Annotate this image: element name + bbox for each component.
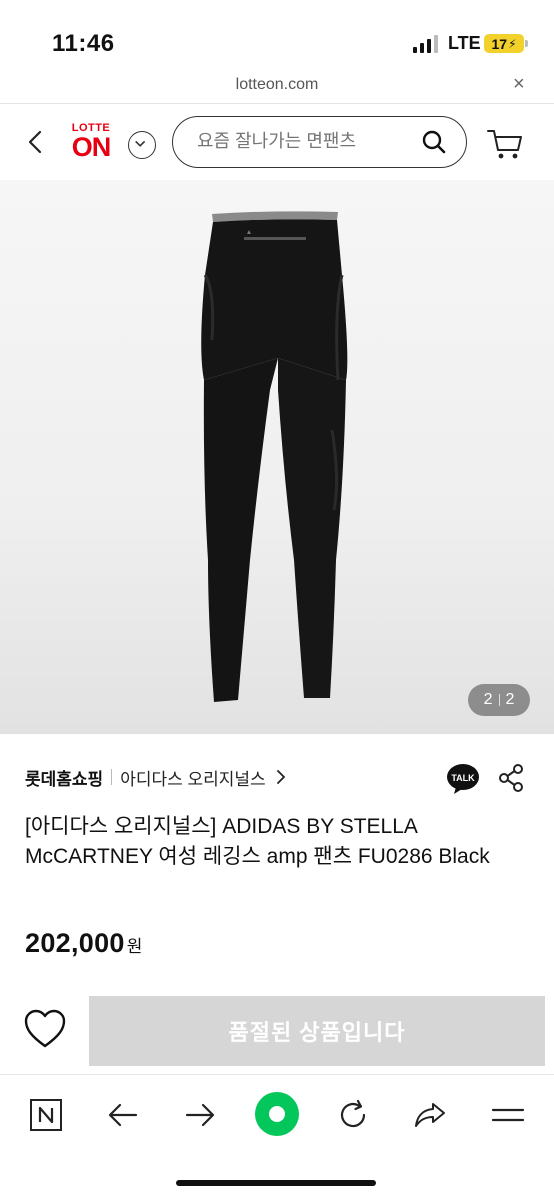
menu-icon[interactable] xyxy=(488,1095,528,1135)
search-box[interactable] xyxy=(172,116,467,168)
share-arrow-icon[interactable] xyxy=(410,1095,450,1135)
product-photo-leggings[interactable] xyxy=(0,180,554,734)
svg-text:TALK: TALK xyxy=(451,773,475,783)
logo-dropdown-button[interactable] xyxy=(128,131,156,159)
price-value: 202,000 xyxy=(25,928,125,958)
naver-icon[interactable] xyxy=(26,1095,66,1135)
seller-name[interactable]: 롯데홈쇼핑 xyxy=(25,765,103,790)
menu-glyph xyxy=(491,1108,525,1122)
soldout-button[interactable]: 품절된 상품입니다 xyxy=(89,996,545,1066)
heart-icon[interactable] xyxy=(23,1008,67,1050)
seller-brand-row: 롯데홈쇼핑 아디다스 오리지널스 xyxy=(25,762,345,792)
status-time: 11:46 xyxy=(52,30,115,57)
image-counter: 2 2 xyxy=(468,684,530,716)
share-icon[interactable] xyxy=(497,763,525,793)
status-bar: 11:46 LTE 17 ⚡ xyxy=(0,0,554,70)
refresh-glyph xyxy=(340,1099,366,1128)
battery-level: 17 xyxy=(491,35,508,52)
naver-logo-glyph xyxy=(30,1099,62,1131)
refresh-icon[interactable] xyxy=(333,1095,373,1135)
lotte-on-logo[interactable]: LOTTE ON xyxy=(66,122,116,164)
back-arrow-icon[interactable] xyxy=(103,1095,143,1135)
cellular-signal-icon xyxy=(413,35,438,53)
search-icon[interactable] xyxy=(421,129,447,155)
image-counter-total: 2 xyxy=(505,691,515,708)
back-arrow-glyph xyxy=(108,1103,138,1127)
browser-url-bar[interactable]: lotteon.com × xyxy=(0,70,554,104)
close-icon[interactable]: × xyxy=(513,73,525,96)
brand-link[interactable]: 아디다스 오리지널스 xyxy=(120,765,265,790)
price-currency: 원 xyxy=(126,937,143,956)
chevron-down-icon xyxy=(135,141,145,147)
search-input[interactable] xyxy=(197,131,417,152)
logo-main-text: ON xyxy=(71,132,112,162)
site-header: LOTTE ON xyxy=(0,104,554,180)
share-arrow-glyph xyxy=(415,1103,445,1127)
back-chevron-icon[interactable] xyxy=(22,124,50,160)
product-image-gallery[interactable]: 2 2 xyxy=(0,180,554,734)
home-indicator[interactable] xyxy=(176,1180,376,1186)
network-type: LTE xyxy=(448,33,481,53)
battery-nub xyxy=(525,40,528,47)
product-title: [아디다스 오리지널스] ADIDAS BY STELLA McCARTNEY … xyxy=(25,815,490,868)
counter-divider xyxy=(498,694,500,706)
kakao-talk-icon[interactable]: TALK xyxy=(446,763,480,795)
url-text[interactable]: lotteon.com xyxy=(0,76,554,94)
home-dot-glyph xyxy=(255,1092,299,1136)
chevron-right-icon[interactable] xyxy=(276,770,286,784)
home-dot-icon[interactable] xyxy=(254,1091,300,1137)
seller-divider xyxy=(111,769,113,785)
forward-arrow-icon[interactable] xyxy=(180,1095,220,1135)
cart-icon[interactable] xyxy=(486,126,524,162)
battery-indicator: 17 ⚡ xyxy=(484,34,524,53)
charging-bolt-icon: ⚡ xyxy=(508,36,517,51)
price-row: 202,000 원 xyxy=(25,928,142,959)
image-counter-current: 2 xyxy=(483,691,493,708)
forward-arrow-glyph xyxy=(185,1103,215,1127)
